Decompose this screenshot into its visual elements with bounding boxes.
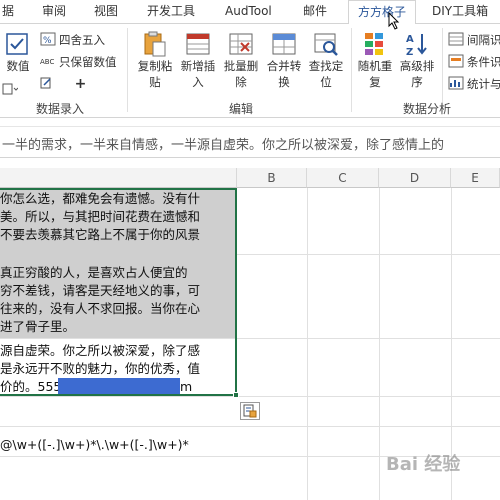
gridline (0, 426, 500, 427)
round-icon: % (40, 32, 56, 46)
formula-bar[interactable]: 一半的需求，一半来自情感，一半源自虚荣。你之所以被深爱，除了感情上的 (0, 126, 500, 158)
cell-text-line: 往来的，没有人不求回报。当你在心 (0, 301, 201, 316)
interval-icon (448, 32, 464, 46)
stats-button[interactable]: 统计与 (448, 74, 500, 94)
random-grid-icon (361, 30, 389, 58)
tab-fangfang-gezi[interactable]: 方方格子 (348, 0, 416, 25)
advanced-sort-button[interactable]: A Z 高级排 序 (396, 30, 438, 96)
tab-mail[interactable]: 邮件 (303, 0, 327, 24)
copy-paste-button[interactable]: 复制粘 贴 (134, 30, 176, 96)
number-format-icon (4, 30, 32, 58)
cell-text-line: 穷不差钱，请客是天经地义的事，可 (0, 283, 201, 298)
tab-review[interactable]: 审阅 (42, 0, 66, 24)
insert-button[interactable]: 新增插 入 (177, 30, 219, 96)
ribbon-tab-bar: 据 审阅 视图 开发工具 AudTool 邮件 方方格子 DIY工具箱 (0, 0, 500, 25)
cell-text-line: 是永远开不败的魅力，你的优秀，值 (0, 361, 201, 376)
condition-button[interactable]: 条件识 (448, 52, 500, 72)
cell-text-line: 进了骨子里。 (0, 319, 76, 334)
clipboard-icon (141, 30, 169, 58)
formula-bar-content: 一半的需求，一半来自情感，一半源自虚荣。你之所以被深爱，除了感情上的 (2, 138, 445, 153)
insert-rows-icon (184, 30, 212, 58)
cell-text-line: 源自虚荣。你之所以被深爱，除了感 (0, 343, 201, 358)
paste-options-button[interactable] (240, 402, 260, 420)
column-header-c[interactable]: C (307, 168, 379, 188)
regex-cell-text: @\w+([-.]\w+)*\.\w+([-.]\w+)* (0, 437, 189, 452)
svg-text:ABC: ABC (40, 58, 54, 66)
group-separator (127, 28, 128, 112)
round-button[interactable]: % 四舍五入 (40, 30, 105, 50)
fill-handle[interactable] (233, 392, 239, 398)
batch-delete-button[interactable]: 批量删 除 (220, 30, 262, 96)
ribbon: 数值 % 四舍五入 ABC 只保留数值 + 数据录入 复制粘 贴 新增插 入 批… (0, 24, 500, 118)
find-magnifier-icon (312, 30, 340, 58)
keep-value-button[interactable]: ABC 只保留数值 (40, 52, 117, 72)
group-edit-label: 编辑 (228, 102, 253, 116)
svg-text:A: A (406, 34, 414, 45)
tab-view[interactable]: 视图 (94, 0, 118, 24)
column-header-b[interactable]: B (237, 168, 307, 188)
svg-text:Z: Z (406, 47, 413, 58)
tab-developer[interactable]: 开发工具 (147, 0, 195, 24)
column-header-a[interactable] (0, 168, 237, 188)
cell-text-line: 不要去羡慕其它路上不属于你的风景 (0, 227, 201, 242)
group-data-entry-label: 数据录入 (35, 102, 84, 116)
stats-icon (448, 76, 464, 90)
random-repeat-button[interactable]: 随机重 复 (354, 30, 396, 96)
gridline (0, 396, 500, 397)
redacted-email (58, 378, 180, 394)
tab-audtool[interactable]: AudTool (225, 0, 272, 24)
cell-text-line: 价的。555 (0, 379, 62, 394)
cell-text-tail: m (180, 379, 193, 394)
gridline (379, 188, 380, 500)
abc-icon: ABC (40, 54, 56, 68)
find-locate-button[interactable]: 查找定 位 (305, 30, 347, 96)
cell-text-line: 美。所以，与其把时间花费在遗憾和 (0, 209, 201, 224)
condition-icon (448, 54, 464, 68)
cell-text-line: 真正穷酸的人，是喜欢占人便宜的 (0, 265, 188, 280)
merge-convert-button[interactable]: 合并转 换 (263, 30, 305, 96)
column-header-e[interactable]: E (451, 168, 500, 188)
edit-icon (40, 76, 56, 90)
tab-data[interactable]: 据 (2, 0, 14, 24)
cell-text-line: 你怎么选，都难免会有遗憾。没有什 (0, 191, 201, 206)
group-separator (351, 28, 352, 112)
interval-button[interactable]: 间隔识 (448, 30, 500, 50)
svg-text:%: % (43, 36, 52, 46)
selected-cell-range[interactable]: 你怎么选，都难免会有遗憾。没有什 美。所以，与其把时间花费在遗憾和 不要去羡慕其… (0, 188, 237, 396)
entry-tools-row[interactable]: + (40, 74, 86, 94)
column-header-d[interactable]: D (379, 168, 451, 188)
edit-dropdown-icon (2, 82, 19, 96)
delete-grid-icon (227, 30, 255, 58)
sort-az-icon: A Z (403, 30, 431, 58)
tab-diy-toolbox[interactable]: DIY工具箱 (432, 0, 488, 24)
merge-cells-icon (270, 30, 298, 58)
gridline (307, 188, 308, 500)
watermark: Bai 经验 (386, 454, 461, 475)
paste-options-icon (243, 404, 257, 418)
number-dropdown[interactable] (2, 80, 21, 100)
mouse-cursor-icon (388, 11, 400, 30)
group-data-analysis-label: 数据分析 (402, 102, 451, 116)
add-plus-icon: + (74, 76, 87, 92)
